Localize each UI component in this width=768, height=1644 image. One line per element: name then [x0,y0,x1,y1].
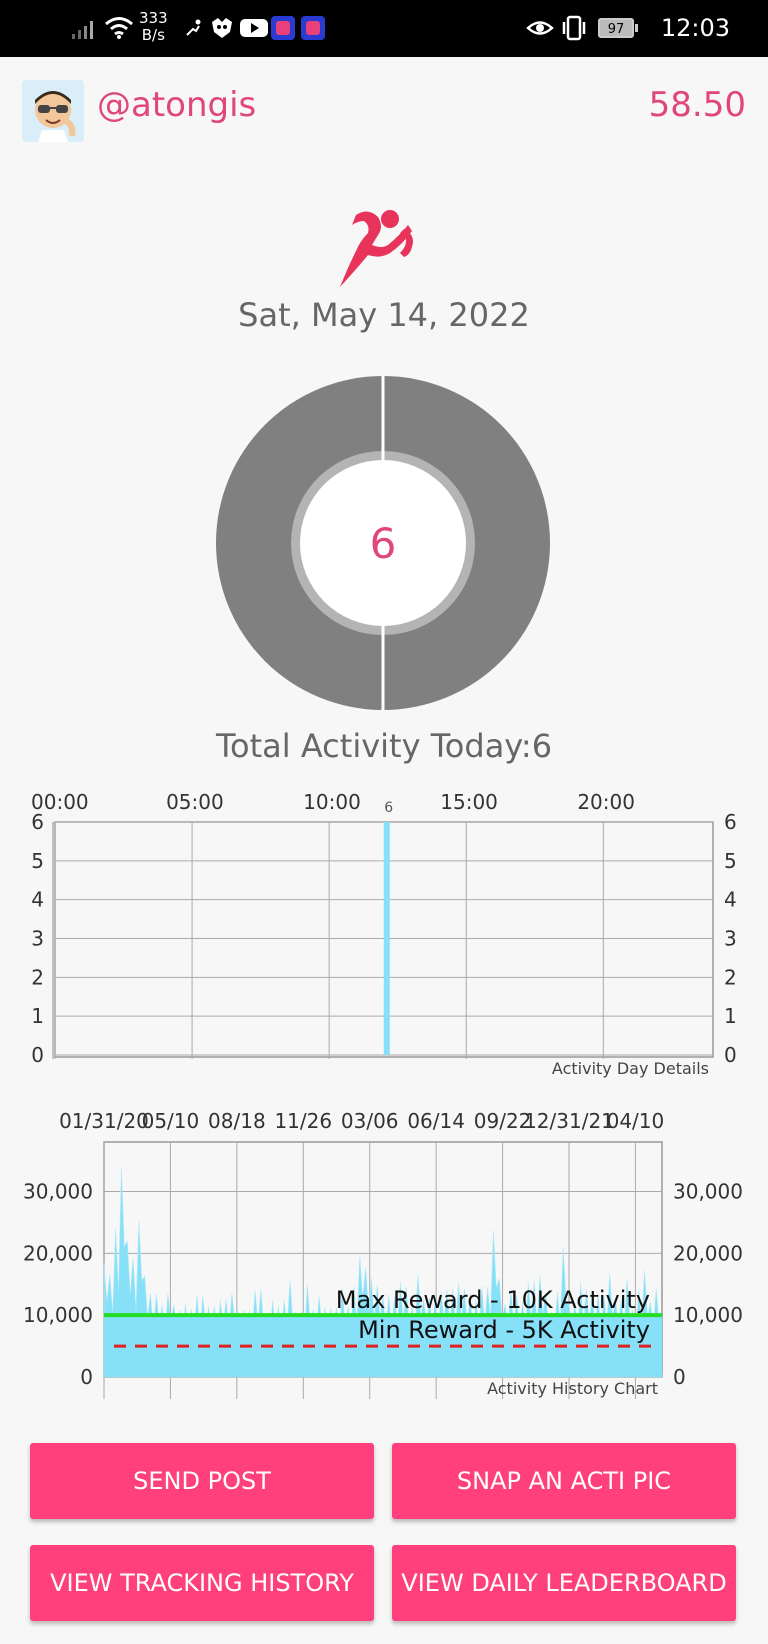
day-chart-y-tick-right: 3 [724,927,737,951]
speed-unit: B/s [141,26,165,44]
min-reward-label: Min Reward - 5K Activity [358,1316,650,1344]
history-chart-x-tick: 05/10 [142,1109,200,1133]
history-chart-annotation: Activity History Chart [487,1379,658,1398]
eye-icon [526,21,554,35]
history-chart-x-tick: 12/31/21 [524,1109,614,1133]
history-chart-y-tick: 0 [80,1365,93,1389]
day-chart-y-tick: 3 [31,927,44,951]
network-speed: 333 B/s [139,10,168,44]
history-chart-y-tick-right: 20,000 [673,1241,743,1265]
donut-value: 6 [369,518,397,568]
current-date: Sat, May 14, 2022 [238,296,530,334]
day-chart-y-tick: 4 [31,888,44,912]
avatar[interactable] [22,80,84,142]
total-activity-label: Total Activity Today:6 [215,727,553,765]
history-chart-x-tick: 08/18 [208,1109,266,1133]
vibrate-icon [562,15,586,41]
day-chart-y-tick-right: 2 [724,965,737,989]
activity-day-chart: 0 0 1 1 2 2 3 3 4 4 5 5 6 6 00:00 05:00 10:00 15:00 20:00 6… [0,780,768,1080]
max-reward-label: Max Reward - 10K Activity [336,1286,650,1314]
clock: 12:03 [660,14,730,42]
history-chart-y-tick: 30,000 [23,1179,93,1203]
day-chart-y-tick-right: 5 [724,849,737,873]
signal-icon [72,21,93,39]
day-chart-y-tick-right: 1 [724,1004,737,1028]
day-chart-bar-label: 6 [384,800,393,816]
history-chart-y-tick: 10,000 [23,1303,93,1327]
speed-value: 333 [139,9,168,27]
day-chart-x-tick: 00:00 [31,790,89,814]
history-chart-x-tick: 03/06 [341,1109,399,1133]
balance: 58.50 [648,85,746,125]
history-chart-x-tick: 01/31/20 [59,1109,149,1133]
day-chart-annotation: Activity Day Details [552,1059,709,1078]
view-daily-leaderboard-button[interactable]: VIEW DAILY LEADERBOARD [392,1545,736,1621]
day-chart-y-tick: 1 [31,1004,44,1028]
history-chart-y-tick: 20,000 [23,1241,93,1265]
history-chart-x-tick: 04/10 [607,1109,665,1133]
battery-tip [635,24,638,32]
activity-day-chart-svg: 0 01 12 23 34 45 56 600:00 05:00 10:00 15:00 20:006… [31,790,737,1078]
activity-history-chart: 0 0 10,000 10,000 20,000 20,000 30,000 30,000 01… [0,1100,768,1410]
day-chart-y-tick: 5 [31,849,44,873]
history-chart-x-tick: 09/22 [474,1109,532,1133]
runner-notification-icon [186,19,201,36]
username[interactable]: @atongis [97,85,256,125]
history-chart-x-tick: 11/26 [274,1109,332,1133]
day-chart-x-tick: 20:00 [577,790,635,814]
day-chart-bar [383,822,390,1055]
battery-icon: 97 [598,18,634,38]
history-chart-y-tick-right: 0 [673,1365,686,1389]
lazada-icon [271,16,295,40]
history-chart-y-tick-right: 30,000 [673,1179,743,1203]
day-chart-y-tick-right: 4 [724,888,737,912]
profile-header: @atongis 58.50 [0,57,768,157]
history-chart-y-tick-right: 10,000 [673,1303,743,1327]
app-notification-icon [212,18,232,38]
lazada-icon-2 [301,16,325,40]
send-post-button[interactable]: SEND POST [30,1443,374,1519]
day-chart-y-tick: 2 [31,965,44,989]
day-chart-x-tick: 10:00 [303,790,361,814]
avatar-image [22,80,84,142]
view-tracking-history-button[interactable]: VIEW TRACKING HISTORY [30,1545,374,1621]
snap-pic-button[interactable]: SNAP AN ACTI PIC [392,1443,736,1519]
day-chart-y-tick: 0 [31,1043,44,1067]
day-chart-x-tick: 15:00 [440,790,498,814]
wifi-icon [105,17,133,39]
history-chart-x-tick: 06/14 [407,1109,465,1133]
day-chart-y-tick-right: 0 [724,1043,737,1067]
youtube-icon [240,19,268,37]
runner-icon [340,210,413,287]
activity-history-chart-svg: 0 0 10,000 10,000 20,000 20,000 30,000 30,000 01… [23,1109,743,1399]
day-chart-x-tick: 05:00 [166,790,224,814]
status-bar: 333 B/s 97 12:03 [0,0,768,57]
day-chart-y-tick-right: 6 [724,810,737,834]
